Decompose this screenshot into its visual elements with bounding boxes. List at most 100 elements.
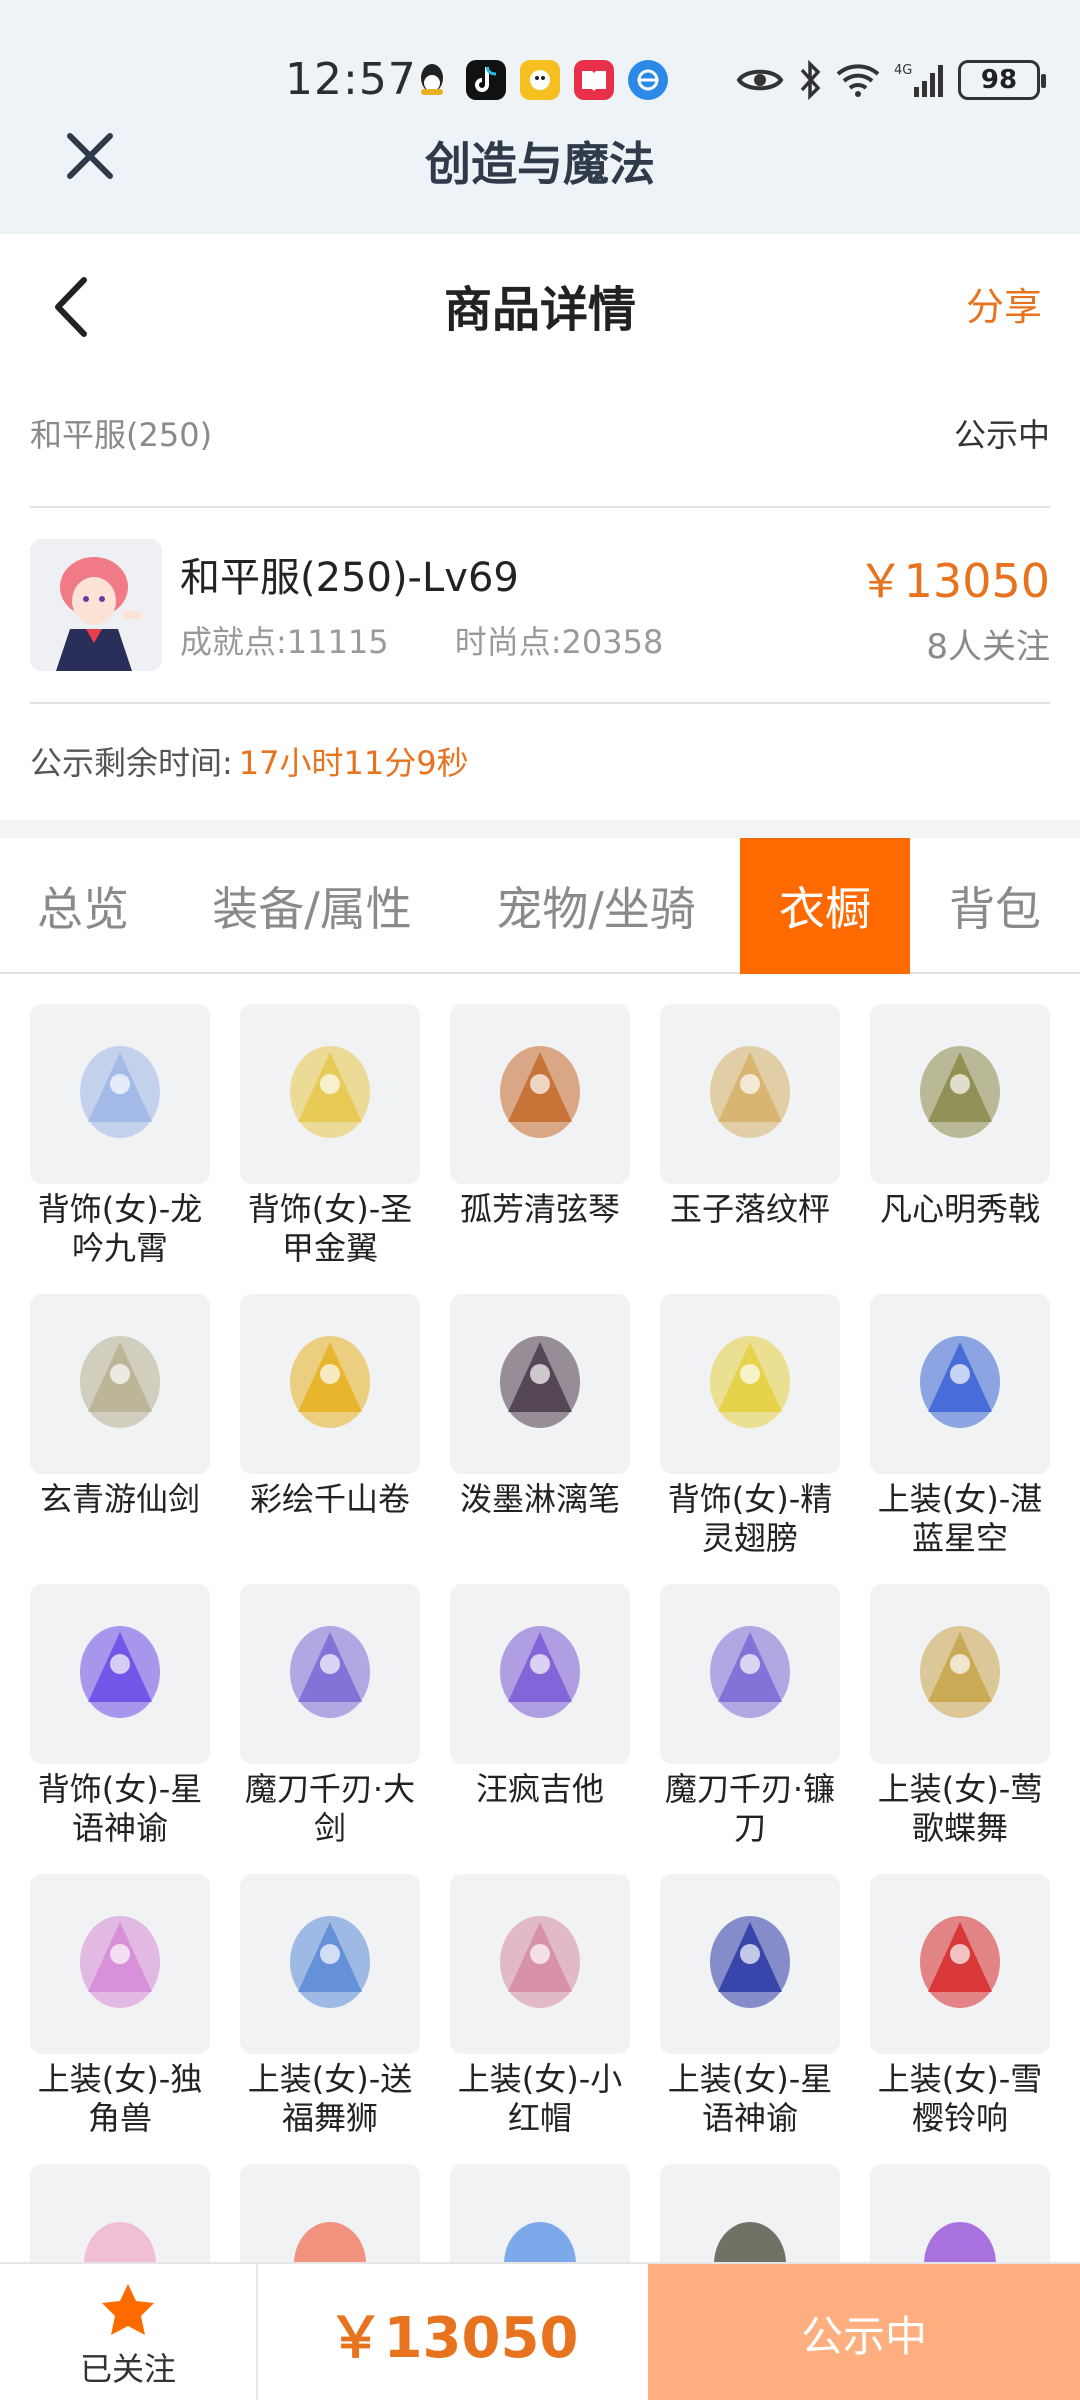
wardrobe-item[interactable]: 背饰(女)-精灵翅膀 bbox=[658, 1294, 842, 1558]
tab-overview[interactable]: 总览 bbox=[0, 838, 166, 974]
system-icons: 4G 98 bbox=[736, 60, 1046, 100]
wardrobe-item[interactable]: 魔刀千刃·大剑 bbox=[238, 1584, 422, 1848]
wardrobe-item-thumb bbox=[660, 1584, 840, 1764]
remaining-label: 公示剩余时间: bbox=[30, 744, 233, 782]
status-time: 12:57 bbox=[285, 54, 417, 105]
robe-icon bbox=[900, 1612, 1020, 1736]
divider bbox=[30, 506, 1050, 508]
wardrobe-item[interactable]: 上装(女)-雪樱铃响 bbox=[868, 1874, 1052, 2138]
divider bbox=[30, 702, 1050, 704]
wardrobe-item[interactable]: 上装(女)-湛蓝星空 bbox=[868, 1294, 1052, 1558]
app-title: 创造与魔法 bbox=[425, 137, 655, 191]
orbs-icon bbox=[60, 1612, 180, 1736]
dragon-icon bbox=[60, 1032, 180, 1156]
wardrobe-item[interactable]: 孤芳清弦琴 bbox=[448, 1004, 632, 1229]
wardrobe-item-name: 孤芳清弦琴 bbox=[459, 1190, 620, 1228]
wardrobe-item[interactable]: 凡心明秀戟 bbox=[868, 1004, 1052, 1229]
board-icon bbox=[690, 1032, 810, 1156]
status-bar: 12:57 4G 98 bbox=[0, 50, 1080, 110]
achievement-points: 成就点:11115 bbox=[180, 623, 389, 661]
character-avatar bbox=[30, 539, 162, 671]
fashion-points: 时尚点:20358 bbox=[454, 623, 664, 661]
scroll-icon bbox=[270, 1322, 390, 1446]
wardrobe-item[interactable]: 玉子落纹枰 bbox=[658, 1004, 842, 1229]
wardrobe-item[interactable]: 彩绘千山卷 bbox=[238, 1294, 422, 1519]
butterfly-icon bbox=[690, 1322, 810, 1446]
wardrobe-item[interactable]: 背饰(女)-星语神谕 bbox=[28, 1584, 212, 1848]
wardrobe-item[interactable]: 上装(女)-莺歌蝶舞 bbox=[868, 1584, 1052, 1848]
page-title: 商品详情 bbox=[443, 282, 636, 338]
wardrobe-item-name: 上装(女)-送福舞狮 bbox=[247, 2060, 413, 2137]
wardrobe-item-name: 玉子落纹枰 bbox=[669, 1190, 830, 1228]
wardrobe-item-name: 上装(女)-湛蓝星空 bbox=[877, 1480, 1043, 1557]
signal-icon: 4G bbox=[894, 63, 943, 97]
wardrobe-item[interactable]: 上装(女)-送福舞狮 bbox=[238, 1874, 422, 2138]
unicorn-icon bbox=[60, 1902, 180, 2026]
wardrobe-item-thumb bbox=[450, 1004, 630, 1184]
wardrobe-item-name: 玄青游仙剑 bbox=[39, 1480, 200, 1518]
follow-button[interactable]: 已关注 bbox=[0, 2264, 258, 2400]
wardrobe-item[interactable]: 背饰(女)-龙吟九霄 bbox=[28, 1004, 212, 1268]
wardrobe-item-thumb bbox=[870, 1584, 1050, 1764]
tab-pets[interactable]: 宠物/坐骑 bbox=[466, 838, 726, 974]
wardrobe-item[interactable]: 上装(女)-独角兽 bbox=[28, 1874, 212, 2138]
wardrobe-item-thumb bbox=[870, 1294, 1050, 1474]
item-price: ￥13050 bbox=[857, 554, 1050, 608]
wardrobe-item[interactable]: 上装(女)-小红帽 bbox=[448, 1874, 632, 2138]
brush-icon bbox=[480, 1322, 600, 1446]
halberd-icon bbox=[900, 1032, 1020, 1156]
wardrobe-item-thumb bbox=[240, 1004, 420, 1184]
battery-icon: 98 bbox=[958, 60, 1046, 100]
lion-costume-icon bbox=[270, 1902, 390, 2026]
item-name: 和平服(250)-Lv69 bbox=[180, 555, 519, 601]
wardrobe-item-name: 汪疯吉他 bbox=[475, 1770, 604, 1808]
wardrobe-item[interactable]: 汪疯吉他 bbox=[448, 1584, 632, 1809]
wardrobe-item-name: 上装(女)-雪樱铃响 bbox=[877, 2060, 1043, 2137]
wardrobe-item-thumb bbox=[660, 1874, 840, 2054]
bottom-price: ￥13050 bbox=[327, 2305, 579, 2371]
follow-label: 已关注 bbox=[79, 2350, 176, 2388]
instrument-icon bbox=[480, 1032, 600, 1156]
wardrobe-item-thumb bbox=[450, 1294, 630, 1474]
star-icon bbox=[102, 2284, 154, 2335]
wardrobe-item[interactable]: 背饰(女)-圣甲金翼 bbox=[238, 1004, 422, 1268]
dress-icon bbox=[900, 1322, 1020, 1446]
wardrobe-item-thumb bbox=[660, 1004, 840, 1184]
browser-icon bbox=[628, 60, 668, 100]
wardrobe-item[interactable]: 玄青游仙剑 bbox=[28, 1294, 212, 1519]
share-button[interactable]: 分享 bbox=[966, 276, 1042, 331]
wardrobe-item-name: 背饰(女)-星语神谕 bbox=[37, 1770, 203, 1847]
wardrobe-item-name: 魔刀千刃·镰刀 bbox=[664, 1770, 836, 1847]
kimono-icon bbox=[900, 1902, 1020, 2026]
wardrobe-item-thumb bbox=[30, 1584, 210, 1764]
wardrobe-item[interactable]: 泼墨淋漓笔 bbox=[448, 1294, 632, 1519]
bottom-bar: 已关注 ￥13050 公示中 bbox=[0, 2262, 1080, 2400]
wardrobe-item-name: 上装(女)-独角兽 bbox=[37, 2060, 203, 2137]
dress-icon bbox=[480, 1902, 600, 2026]
tab-equipment[interactable]: 装备/属性 bbox=[186, 838, 438, 974]
tab-wardrobe[interactable]: 衣橱 bbox=[740, 838, 910, 974]
robe-icon bbox=[690, 1902, 810, 2026]
qq-icon bbox=[412, 60, 452, 100]
wardrobe-item-name: 彩绘千山卷 bbox=[249, 1480, 410, 1518]
wardrobe-item-name: 泼墨淋漓笔 bbox=[459, 1480, 620, 1518]
status-label: 公示中 bbox=[953, 416, 1050, 454]
wardrobe-item-name: 背饰(女)-龙吟九霄 bbox=[37, 1190, 203, 1267]
wardrobe-item-thumb bbox=[870, 1004, 1050, 1184]
guitar-icon bbox=[480, 1612, 600, 1736]
wardrobe-item-name: 背饰(女)-精灵翅膀 bbox=[667, 1480, 833, 1557]
follow-count: 8人关注 bbox=[926, 627, 1050, 667]
section-gap bbox=[0, 820, 1080, 838]
wardrobe-item[interactable]: 魔刀千刃·镰刀 bbox=[658, 1584, 842, 1848]
status-button[interactable]: 公示中 bbox=[648, 2264, 1080, 2400]
wardrobe-item-thumb bbox=[450, 1584, 630, 1764]
wardrobe-item-name: 背饰(女)-圣甲金翼 bbox=[247, 1190, 413, 1267]
wardrobe-item-thumb bbox=[240, 1874, 420, 2054]
remaining-value: 17小时11分9秒 bbox=[238, 744, 469, 782]
wardrobe-item[interactable]: 上装(女)-星语神谕 bbox=[658, 1874, 842, 2138]
wardrobe-item-thumb bbox=[450, 1874, 630, 2054]
wardrobe-item-thumb bbox=[660, 1294, 840, 1474]
greatsword-icon bbox=[270, 1612, 390, 1736]
tab-backpack[interactable]: 背包 bbox=[910, 838, 1080, 974]
wardrobe-item-thumb bbox=[30, 1874, 210, 2054]
